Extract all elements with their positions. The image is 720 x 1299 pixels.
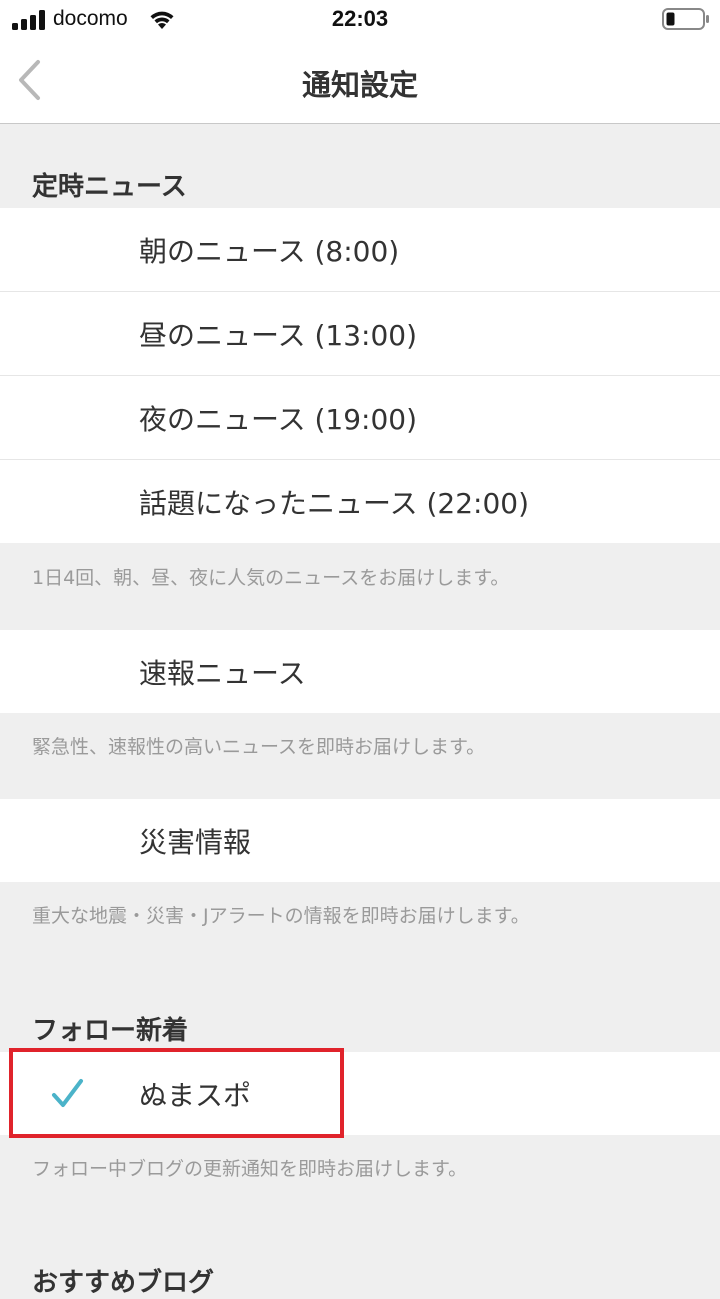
follow-group: ぬまスポ: [0, 1052, 720, 1135]
setting-row-numaspo[interactable]: ぬまスポ: [0, 1052, 720, 1135]
clock-time: 22:03: [331, 6, 389, 31]
disaster-info-description: 重大な地震・災害・Jアラートの情報を即時お届けします。: [32, 905, 530, 927]
setting-label: ぬまスポ: [139, 1079, 252, 1112]
disaster-info-group: 災害情報: [0, 799, 720, 882]
page-title: 通知設定: [301, 68, 418, 102]
breaking-news-group: 速報ニュース: [0, 630, 720, 713]
scheduled-news-group: 朝のニュース (8:00) 昼のニュース (13:00) 夜のニュース (19:…: [0, 208, 720, 543]
section-header-recommended: おすすめブログ: [32, 1268, 215, 1298]
setting-row-morning-news[interactable]: 朝のニュース (8:00): [0, 208, 720, 292]
status-bar: docomo 22:03: [0, 0, 720, 40]
setting-label: 朝のニュース (8:00): [139, 235, 400, 268]
navigation-bar: 通知設定: [0, 40, 720, 124]
follow-description: フォロー中ブログの更新通知を即時お届けします。: [32, 1158, 468, 1180]
section-header-follow: フォロー新着: [32, 1016, 189, 1046]
breaking-news-description: 緊急性、速報性の高いニュースを即時お届けします。: [32, 736, 486, 758]
setting-row-trending-news[interactable]: 話題になったニュース (22:00): [0, 460, 720, 543]
section-header-scheduled-news: 定時ニュース: [32, 172, 187, 202]
setting-row-breaking-news[interactable]: 速報ニュース: [0, 630, 720, 713]
battery-low-icon: [662, 8, 709, 30]
setting-label: 速報ニュース: [139, 657, 306, 690]
setting-label: 昼のニュース (13:00): [139, 319, 418, 352]
setting-label: 夜のニュース (19:00): [139, 403, 418, 436]
checkmark-icon: [52, 1079, 83, 1107]
setting-label: 話題になったニュース (22:00): [139, 487, 530, 520]
scheduled-news-description: 1日4回、朝、昼、夜に人気のニュースをお届けします。: [32, 567, 510, 589]
setting-row-disaster-info[interactable]: 災害情報: [0, 799, 720, 882]
setting-label: 災害情報: [139, 826, 252, 859]
setting-row-evening-news[interactable]: 夜のニュース (19:00): [0, 376, 720, 460]
setting-row-noon-news[interactable]: 昼のニュース (13:00): [0, 292, 720, 376]
